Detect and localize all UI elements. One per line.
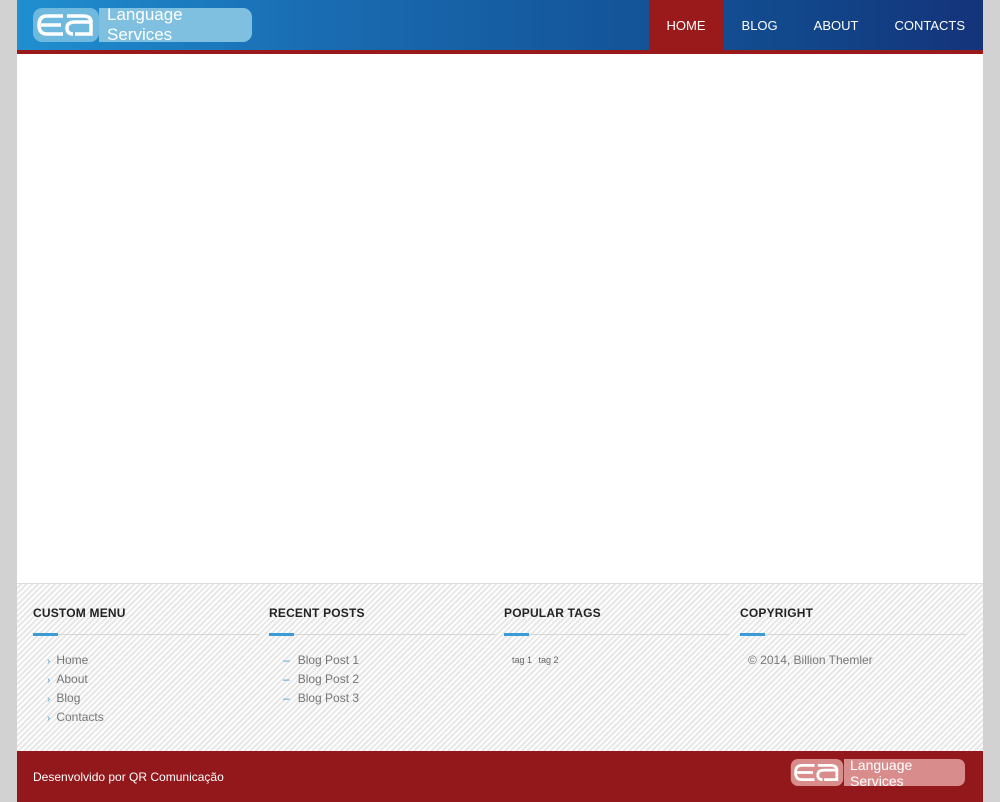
recent-post-item[interactable]: – Blog Post 2 [283,670,495,689]
title-accent [504,633,529,636]
nav-blog[interactable]: BLOG [724,0,796,50]
title-accent [33,633,58,636]
chevron-right-icon: › [47,694,51,705]
custom-menu-item-label: Home [56,653,89,667]
custom-menu-title-text: CUSTOM MENU [33,606,126,620]
dash-icon: – [283,691,290,705]
main-nav: HOME BLOG ABOUT CONTACTS [648,0,983,50]
copyright-text: © 2014, Billion Themler [748,653,873,667]
title-accent [740,633,765,636]
dash-icon: – [283,672,290,686]
recent-posts-list: – Blog Post 1 – Blog Post 2 – Blog Post 3 [269,651,495,708]
copyright-widget: COPYRIGHT © 2014, Billion Themler [740,606,966,667]
nav-about[interactable]: ABOUT [796,0,877,50]
footer-widgets: CUSTOM MENU › Home › About › Blog › Contacts… [17,583,983,752]
custom-menu-title: CUSTOM MENU [33,606,259,636]
recent-posts-widget: RECENT POSTS – Blog Post 1 – Blog Post 2 –… [269,606,495,708]
tag-link[interactable]: tag 1 [512,655,532,665]
copyright-title-text: COPYRIGHT [740,606,814,620]
nav-home[interactable]: HOME [648,0,724,50]
logo-mark-icon [33,8,99,42]
custom-menu-widget: CUSTOM MENU › Home › About › Blog › Contacts [33,606,259,727]
popular-tags-widget: POPULAR TAGS tag 1 tag 2 [504,606,730,665]
custom-menu-item-label: About [56,672,88,686]
site-logo[interactable]: Language Services [33,5,252,44]
logo-mark-icon [790,759,844,786]
logo-text: Language Services [99,5,252,44]
chevron-right-icon: › [47,713,51,724]
nav-contacts[interactable]: CONTACTS [876,0,983,50]
popular-tags-title-text: POPULAR TAGS [504,606,601,620]
custom-menu-item-contacts[interactable]: › Contacts [47,708,259,727]
custom-menu-item-blog[interactable]: › Blog [47,689,259,708]
copyright-title: COPYRIGHT [740,606,966,636]
custom-menu-list: › Home › About › Blog › Contacts [33,651,259,727]
footer-logo-text: Language Services [844,757,965,789]
popular-tags-title: POPULAR TAGS [504,606,730,636]
bottom-bar: Desenvolvido por QR Comunicação Language… [17,751,983,802]
recent-post-item[interactable]: – Blog Post 1 [283,651,495,670]
custom-menu-item-label: Contacts [56,710,104,724]
header: Language Services HOME BLOG ABOUT CONTAC… [17,0,983,50]
custom-menu-item-about[interactable]: › About [47,670,259,689]
chevron-right-icon: › [47,656,51,667]
header-divider [17,50,983,54]
page: Language Services HOME BLOG ABOUT CONTAC… [17,0,983,802]
credit-text: Desenvolvido por QR Comunicação [33,770,224,784]
custom-menu-item-home[interactable]: › Home [47,651,259,670]
recent-post-label: Blog Post 1 [297,653,360,667]
custom-menu-item-label: Blog [56,691,81,705]
title-accent [269,633,294,636]
recent-post-label: Blog Post 2 [297,672,360,686]
footer-logo[interactable]: Language Services [790,757,965,789]
dash-icon: – [283,653,290,667]
recent-posts-title-text: RECENT POSTS [269,606,365,620]
recent-post-label: Blog Post 3 [297,691,360,705]
tag-cloud: tag 1 tag 2 [504,655,730,665]
tag-link[interactable]: tag 2 [539,655,559,665]
chevron-right-icon: › [47,675,51,686]
recent-post-item[interactable]: – Blog Post 3 [283,689,495,708]
recent-posts-title: RECENT POSTS [269,606,495,636]
